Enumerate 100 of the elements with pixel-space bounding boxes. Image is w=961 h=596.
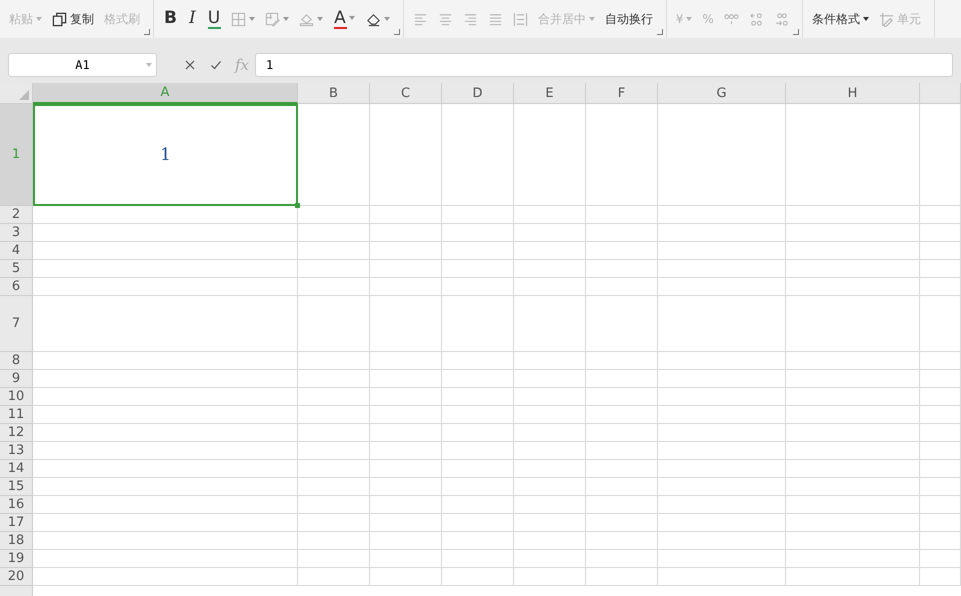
- table-cell[interactable]: [586, 532, 658, 550]
- table-cell[interactable]: [298, 242, 370, 260]
- table-cell[interactable]: [442, 388, 514, 406]
- table-cell[interactable]: [920, 370, 961, 388]
- table-cell[interactable]: [33, 206, 298, 224]
- table-cell[interactable]: [370, 550, 442, 568]
- table-cell[interactable]: [33, 478, 298, 496]
- table-cell[interactable]: [370, 296, 442, 352]
- table-cell[interactable]: [298, 370, 370, 388]
- table-cell[interactable]: [658, 460, 786, 478]
- table-cell[interactable]: [658, 388, 786, 406]
- table-cell[interactable]: [786, 242, 920, 260]
- table-cell[interactable]: [370, 424, 442, 442]
- caret-icon[interactable]: [146, 62, 152, 66]
- table-cell[interactable]: [298, 424, 370, 442]
- table-cell[interactable]: [920, 478, 961, 496]
- row-header[interactable]: 2: [0, 206, 33, 224]
- table-cell[interactable]: [33, 352, 298, 370]
- dialog-launcher-icon[interactable]: [656, 29, 663, 35]
- table-cell[interactable]: [586, 278, 658, 296]
- table-cell[interactable]: [298, 206, 370, 224]
- dialog-launcher-icon[interactable]: [792, 29, 799, 35]
- row-header[interactable]: 6: [0, 278, 33, 296]
- close-icon[interactable]: [184, 58, 196, 70]
- table-cell[interactable]: [298, 568, 370, 586]
- table-cell[interactable]: [586, 388, 658, 406]
- table-cell[interactable]: [514, 224, 586, 242]
- table-cell[interactable]: [33, 242, 298, 260]
- table-cell[interactable]: [33, 370, 298, 388]
- table-cell[interactable]: [514, 460, 586, 478]
- table-cell[interactable]: [442, 278, 514, 296]
- format-button[interactable]: B: [160, 7, 181, 31]
- table-cell[interactable]: [370, 514, 442, 532]
- table-cell[interactable]: [33, 550, 298, 568]
- table-cell[interactable]: [658, 442, 786, 460]
- table-cell[interactable]: [370, 460, 442, 478]
- table-cell[interactable]: [786, 388, 920, 406]
- table-cell[interactable]: [586, 242, 658, 260]
- row-header[interactable]: 20: [0, 568, 33, 586]
- table-cell[interactable]: [370, 388, 442, 406]
- table-cell[interactable]: [786, 278, 920, 296]
- table-cell[interactable]: [298, 532, 370, 550]
- table-cell[interactable]: [786, 296, 920, 352]
- table-cell[interactable]: [658, 278, 786, 296]
- dialog-launcher-icon[interactable]: [144, 29, 150, 35]
- table-cell[interactable]: [298, 104, 370, 206]
- table-cell[interactable]: [514, 388, 586, 406]
- table-cell[interactable]: [586, 460, 658, 478]
- column-header[interactable]: H: [786, 83, 920, 104]
- table-cell[interactable]: [370, 442, 442, 460]
- table-cell[interactable]: [442, 496, 514, 514]
- table-cell[interactable]: [442, 206, 514, 224]
- table-cell[interactable]: [920, 568, 961, 586]
- table-cell[interactable]: [586, 260, 658, 278]
- format-button[interactable]: A: [330, 7, 359, 31]
- table-cell[interactable]: [514, 406, 586, 424]
- table-cell[interactable]: [658, 550, 786, 568]
- table-cell[interactable]: [298, 296, 370, 352]
- table-cell[interactable]: [298, 460, 370, 478]
- row-header[interactable]: 10: [0, 388, 33, 406]
- table-cell[interactable]: [298, 388, 370, 406]
- table-cell[interactable]: [586, 370, 658, 388]
- table-cell[interactable]: [920, 388, 961, 406]
- column-header[interactable]: F: [586, 83, 658, 104]
- select-all-button[interactable]: [0, 83, 33, 104]
- table-cell[interactable]: [442, 514, 514, 532]
- name-box[interactable]: A1: [8, 52, 157, 76]
- column-header[interactable]: C: [370, 83, 442, 104]
- table-cell[interactable]: [442, 478, 514, 496]
- column-header[interactable]: E: [514, 83, 586, 104]
- format-button[interactable]: I: [184, 7, 200, 31]
- table-cell[interactable]: [442, 442, 514, 460]
- row-header[interactable]: 11: [0, 406, 33, 424]
- format-button[interactable]: U: [204, 7, 224, 31]
- table-cell[interactable]: [586, 104, 658, 206]
- ribbon-button[interactable]: 自动换行: [602, 8, 656, 30]
- table-cell[interactable]: [920, 260, 961, 278]
- table-cell[interactable]: [920, 224, 961, 242]
- table-cell[interactable]: [658, 424, 786, 442]
- table-cell[interactable]: [514, 424, 586, 442]
- table-cell[interactable]: [920, 532, 961, 550]
- table-cell[interactable]: [920, 514, 961, 532]
- table-cell[interactable]: [786, 224, 920, 242]
- table-cell[interactable]: [370, 242, 442, 260]
- table-cell[interactable]: [920, 206, 961, 224]
- table-cell[interactable]: [658, 296, 786, 352]
- table-cell[interactable]: [514, 442, 586, 460]
- table-cell[interactable]: [514, 352, 586, 370]
- table-cell[interactable]: [786, 514, 920, 532]
- table-cell[interactable]: [298, 442, 370, 460]
- table-cell[interactable]: [658, 352, 786, 370]
- column-header[interactable]: [920, 83, 961, 104]
- table-cell[interactable]: [370, 370, 442, 388]
- table-cell[interactable]: [786, 206, 920, 224]
- table-cell[interactable]: [370, 352, 442, 370]
- table-cell[interactable]: [786, 460, 920, 478]
- table-cell[interactable]: [920, 278, 961, 296]
- table-cell[interactable]: [370, 406, 442, 424]
- ribbon-button[interactable]: 复制: [49, 8, 97, 30]
- row-header[interactable]: 12: [0, 424, 33, 442]
